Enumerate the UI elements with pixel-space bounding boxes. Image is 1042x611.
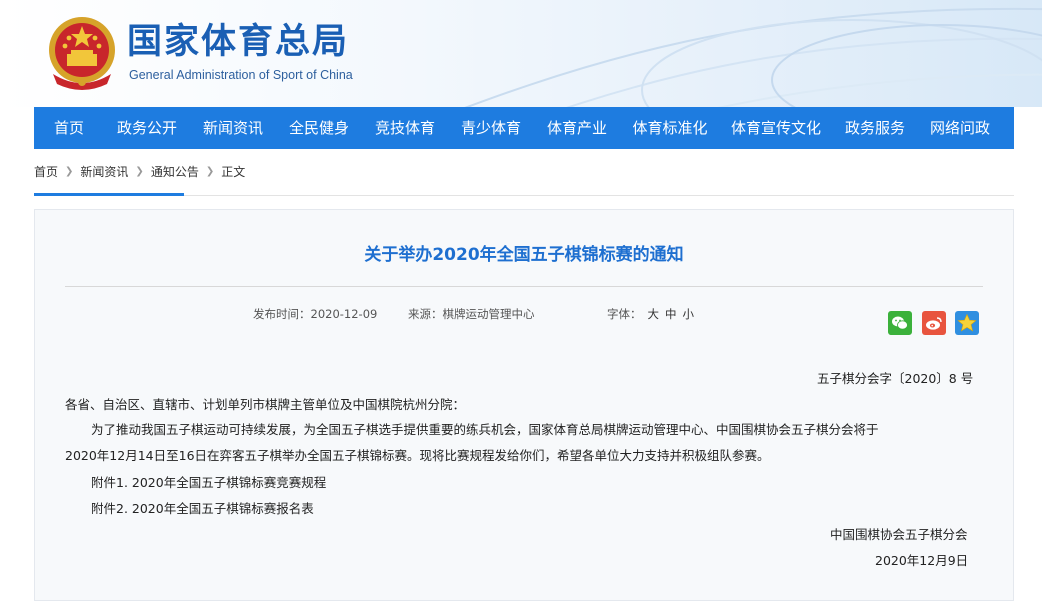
breadcrumb: 首页 ❯ 新闻资讯 ❯ 通知公告 ❯ 正文 <box>34 163 245 180</box>
paragraph-line-2: 2020年12月14日至16日在弈客五子棋举办全国五子棋锦标赛。现将比赛规程发给… <box>65 448 770 463</box>
chevron-right-icon: ❯ <box>65 166 74 177</box>
nav-item-home[interactable]: 首页 <box>34 107 104 149</box>
nav-item-government-services[interactable]: 政务服务 <box>832 107 918 149</box>
breadcrumb-notices[interactable]: 通知公告 <box>151 163 199 180</box>
nav-item-youth-sports[interactable]: 青少体育 <box>448 107 534 149</box>
font-size-control: 字体： 大中小 <box>607 306 694 322</box>
nav-item-fitness[interactable]: 全民健身 <box>276 107 362 149</box>
site-banner: 国家体育总局 General Administration of Sport o… <box>0 0 1042 107</box>
font-size-medium-button[interactable]: 中 <box>665 307 677 321</box>
favorite-star-icon <box>957 313 977 332</box>
main-nav: 首页 政务公开 新闻资讯 全民健身 竞技体育 青少体育 体育产业 体育标准化 体… <box>34 107 1014 149</box>
nav-item-news[interactable]: 新闻资讯 <box>190 107 276 149</box>
article-title: 关于举办2020年全国五子棋锦标赛的通知 <box>364 245 684 265</box>
source-value: 棋牌运动管理中心 <box>442 307 535 321</box>
signature-date: 2020年12月9日 <box>875 553 969 568</box>
share-wechat-button[interactable] <box>888 311 912 335</box>
font-label: 字体： <box>607 307 642 321</box>
site-name[interactable]: 国家体育总局 <box>127 20 349 64</box>
nav-item-competitive-sports[interactable]: 竞技体育 <box>362 107 448 149</box>
font-size-small-button[interactable]: 小 <box>683 307 695 321</box>
nav-item-online-inquiry[interactable]: 网络问政 <box>918 107 1002 149</box>
share-weibo-button[interactable] <box>922 311 946 335</box>
signature: 中国围棋协会五子棋分会 <box>830 527 968 542</box>
publish-label: 发布时间： <box>253 307 311 321</box>
breadcrumb-current: 正文 <box>221 165 246 179</box>
national-emblem-icon <box>49 17 115 90</box>
nav-item-standardization[interactable]: 体育标准化 <box>620 107 720 149</box>
attachment-link-1[interactable]: 附件1. 2020年全国五子棋锦标赛竞赛规程 <box>91 472 326 491</box>
document-number: 五子棋分会字〔2020〕8 号 <box>817 371 974 386</box>
banner-decoration <box>464 7 1042 107</box>
attachment-link-2[interactable]: 附件2. 2020年全国五子棋锦标赛报名表 <box>91 498 314 517</box>
nav-item-government-affairs[interactable]: 政务公开 <box>104 107 190 149</box>
article-container: 关于举办2020年全国五子棋锦标赛的通知 发布时间：2020-12-09 来源：… <box>34 209 1014 601</box>
publish-date: 2020-12-09 <box>310 307 378 321</box>
site-name-english: General Administration of Sport of China <box>129 68 353 82</box>
paragraph-line-1: 为了推动我国五子棋运动可持续发展，为全国五子棋选手提供重要的练兵机会，国家体育总… <box>91 422 879 437</box>
wechat-icon <box>892 316 908 330</box>
chevron-right-icon: ❯ <box>135 166 144 177</box>
chevron-right-icon: ❯ <box>205 166 215 177</box>
nav-item-publicity-culture[interactable]: 体育宣传文化 <box>720 107 832 149</box>
salutation: 各省、自治区、直辖市、计划单列市棋牌主管单位及中国棋院杭州分院： <box>65 397 466 412</box>
publish-time: 发布时间：2020-12-09 <box>253 306 377 322</box>
title-divider <box>65 286 983 287</box>
weibo-icon <box>926 317 942 330</box>
article-source: 来源：棋牌运动管理中心 <box>408 306 535 322</box>
breadcrumb-home[interactable]: 首页 <box>34 163 58 180</box>
nav-item-sports-industry[interactable]: 体育产业 <box>534 107 620 149</box>
breadcrumb-news[interactable]: 新闻资讯 <box>80 163 128 180</box>
source-label: 来源： <box>408 307 443 321</box>
font-size-large-button[interactable]: 大 <box>648 307 660 321</box>
breadcrumb-underline <box>34 193 184 196</box>
favorite-button[interactable] <box>955 311 979 335</box>
breadcrumb-bar: 首页 ❯ 新闻资讯 ❯ 通知公告 ❯ 正文 <box>34 155 1014 196</box>
